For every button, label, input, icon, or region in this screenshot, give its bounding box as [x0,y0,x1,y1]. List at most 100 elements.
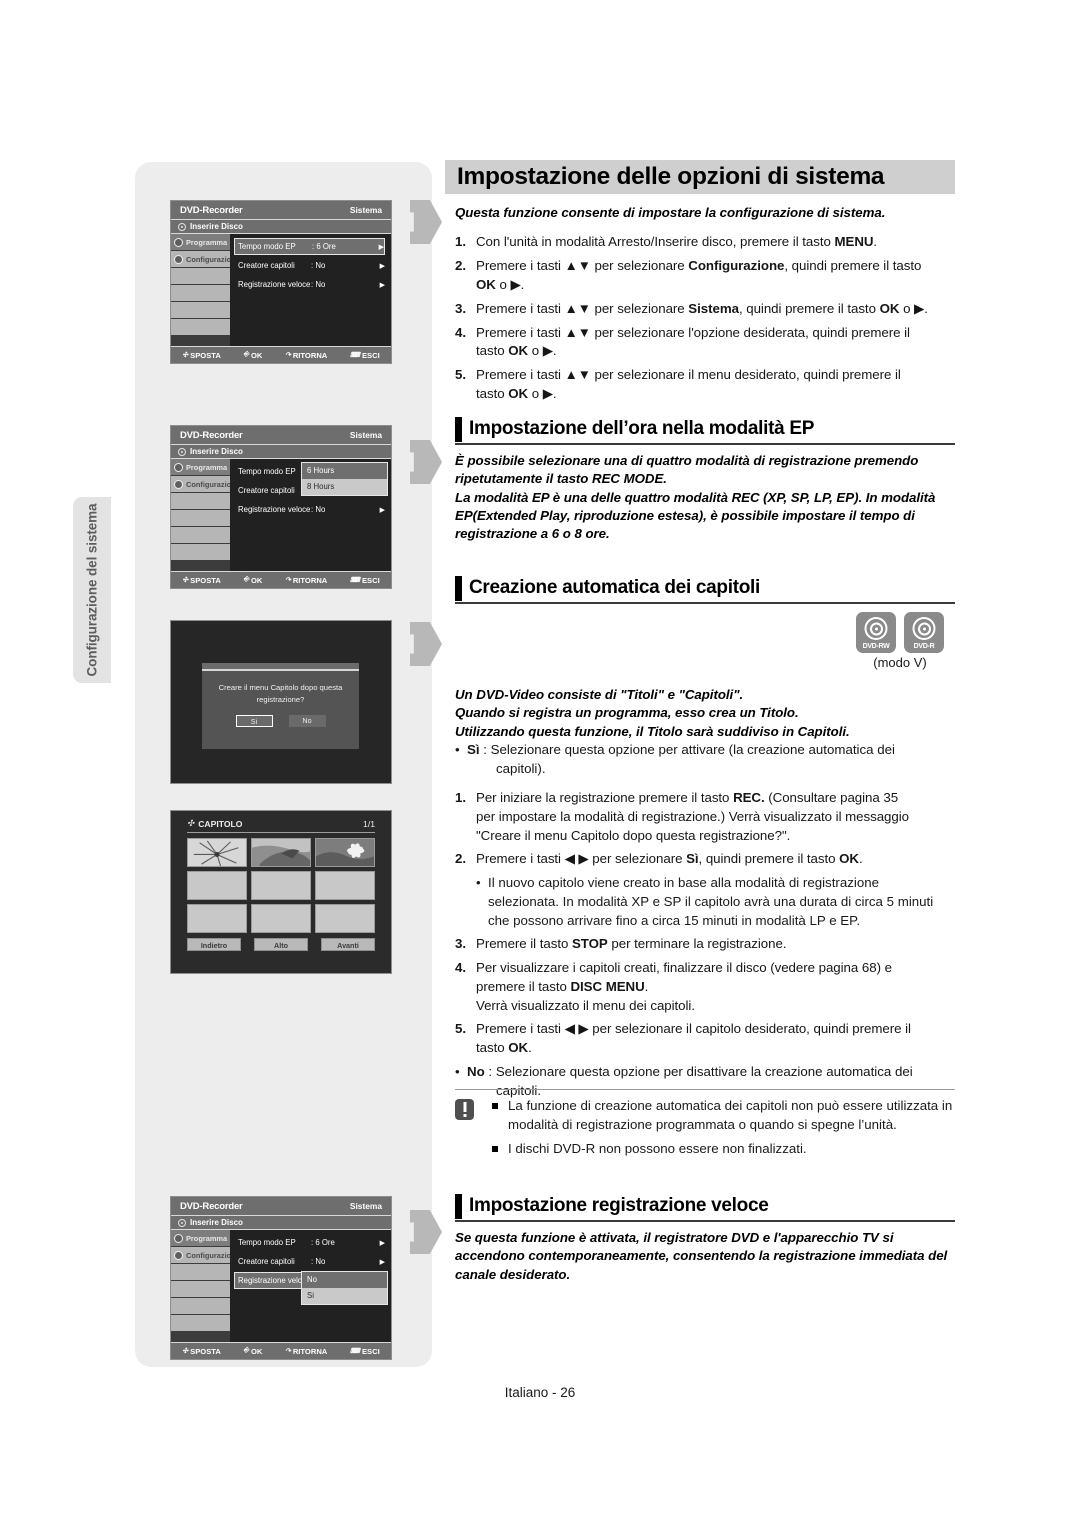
osd-row-name: Creatore capitoli [238,486,295,495]
page-footer: Italiano - 26 [504,1385,576,1400]
dpad-icon: ✣ [182,577,189,584]
ok-icon: ⎆ [243,1347,249,1354]
ep-time-dropdown[interactable]: 6 Hours 8 Hours [301,462,388,496]
chapter-thumbnail-grid: 1 2 [187,838,375,933]
chevron-right-icon: ▶ [379,506,385,514]
chapter-up-button[interactable]: Alto [254,938,308,951]
osd-row-ep-time[interactable]: Tempo modo EP : 6 Ore ▶ [234,1234,385,1251]
step-number: 3. [455,300,466,316]
gear-icon [174,1250,183,1260]
waterlily-thumbnail-image [316,839,374,866]
step-number: 3. [455,935,466,951]
disc-glyph [912,617,936,640]
osd-footer-ok: ⎆ OK [243,575,263,585]
osd-footer-esci: ⌨ ESCI [349,575,380,585]
quickrec-dropdown[interactable]: No Si [301,1271,388,1305]
note-text: La funzione di creazione automatica dei … [508,1098,953,1132]
chapter-thumbnail-1[interactable]: 1 [187,838,247,867]
osd-screenshot-chapter-dialog: Creare il menu Capitolo dopo questa regi… [170,620,392,784]
section-title: Impostazione registrazione veloce [469,1195,769,1216]
step-number: 1. [455,234,466,249]
chapter-back-button[interactable]: Indietro [187,938,241,951]
chapter-thumbnail-3[interactable]: 3 [315,838,375,867]
chapter-menu-page: 1/1 [363,818,375,829]
ok-icon: ⎆ [243,351,249,358]
osd-options: Tempo modo EP : 6 Ore ▶ Creatore capitol… [230,234,391,346]
osd-status-text: Inserire Disco [190,447,243,456]
osd-row-value: : No [311,1257,326,1266]
step-number: 5. [455,367,466,383]
dropdown-option-6-hours[interactable]: 6 Hours [302,463,387,479]
bullet-text: : Selezionare questa opzione per attivar… [479,742,895,758]
step-number: 2. [455,851,466,867]
step-4: 4. Premere i tasti ▲▼ per selezionare l'… [455,324,910,359]
osd-sidebar-item-configurazione[interactable]: Configurazione [171,251,240,267]
note-divider [455,1089,955,1090]
section-pointer-icon [410,1210,442,1254]
osd-footer-sposta: ✣ SPOSTA [182,350,221,360]
step-3: 3. Premere i tasti ▲▼ per selezionare Si… [455,300,955,319]
chapter-thumbnail-empty [187,904,247,933]
step-number: 4. [455,959,466,975]
confirm-dialog: Creare il menu Capitolo dopo questa regi… [202,663,359,749]
osd-titlebar: DVD-Recorder Sistema [171,1197,391,1216]
osd-sidebar-label: Programma [186,462,228,472]
step-number: 1. [455,789,466,805]
osd-sidebar-item-programma[interactable]: Programma [171,234,230,250]
osd-sidebar-filler [171,319,230,335]
heading-marker [455,1194,462,1219]
osd-body: Programma Configurazione Tempo modo EP C… [171,459,391,571]
dvd-rw-icon: DVD-RW [856,612,896,653]
dialog-message-line1: Creare il menu Capitolo dopo questa [218,683,343,692]
osd-row-name: Registrazione veloce [238,505,311,514]
chevron-right-icon: ▶ [379,262,385,270]
osd-sidebar-item-programma[interactable]: Programma [171,1230,230,1246]
osd-row-chapter-creator[interactable]: Creatore capitoli : No ▶ [234,257,385,274]
chapter-menu-header: ✣ CAPITOLO 1/1 [187,818,375,833]
osd-section: Sistema [349,205,382,215]
osd-screenshot-system-menu: DVD-Recorder Sistema Inserire Disco Prog… [170,200,392,364]
osd-row-value: : No [311,261,326,270]
osd-options: Tempo modo EP Creatore capitoli Registra… [230,459,391,571]
osd-sidebar-item-configurazione[interactable]: Configurazione [171,476,240,492]
step-5: 5. Premere i tasti ▲▼ per selezionare il… [455,367,901,402]
osd-brand: DVD-Recorder [180,1200,243,1212]
dpad-icon: ✣ [182,1348,189,1355]
dialog-yes-button[interactable]: Si [235,714,273,727]
dialog-no-button[interactable]: No [288,714,326,727]
dropdown-option-si[interactable]: Si [302,1288,387,1304]
osd-footer-ritorna: ↷ RITORNA [284,350,328,360]
chapter-next-button[interactable]: Avanti [321,938,375,951]
heading-rule [455,602,955,604]
osd-sidebar-item-configurazione[interactable]: Configurazione [171,1247,240,1263]
chapter-thumbnail-empty [251,871,311,900]
section-title: Creazione automatica dei capitoli [469,577,761,598]
section-pointer-icon [410,622,442,666]
osd-row-quick-record[interactable]: Registrazione veloce : No ▶ [234,501,385,518]
disc-compatibility: DVD-RW DVD-R (modo V) [845,612,955,670]
osd-row-ep-time[interactable]: Tempo modo EP : 6 Ore ▶ [234,238,385,255]
bullet-label: Sì [467,742,480,758]
osd-section: Sistema [349,430,382,440]
osd-footer-sposta: ✣ SPOSTA [182,1346,221,1356]
osd-sidebar-item-programma[interactable]: Programma [171,459,230,475]
programma-icon [174,1233,183,1243]
disc-icon [178,447,186,456]
gear-icon [174,479,183,489]
osd-row-value: : 6 Ore [311,1238,335,1247]
osd-row-quick-record[interactable]: Registrazione veloce : No ▶ [234,276,385,293]
disc-icon [178,222,186,231]
osd-row-chapter-creator[interactable]: Creatore capitoli : No ▶ [234,1253,385,1270]
dpad-icon: ✣ [187,818,195,828]
dropdown-option-no[interactable]: No [302,1272,387,1288]
osd-titlebar: DVD-Recorder Sistema [171,426,391,445]
osd-sidebar-filler [171,1264,230,1280]
osd-footer-esci: ⌨ ESCI [349,350,380,360]
chapter-thumbnail-2[interactable]: 2 [251,838,311,867]
osd-sidebar-filler [171,544,230,560]
osd-footer-ok: ⎆ OK [243,1346,263,1356]
dropdown-option-8-hours[interactable]: 8 Hours [302,479,387,495]
heading-rule [455,443,955,445]
osd-section: Sistema [349,1201,382,1211]
chapter-menu: ✣ CAPITOLO 1/1 1 [187,818,375,966]
